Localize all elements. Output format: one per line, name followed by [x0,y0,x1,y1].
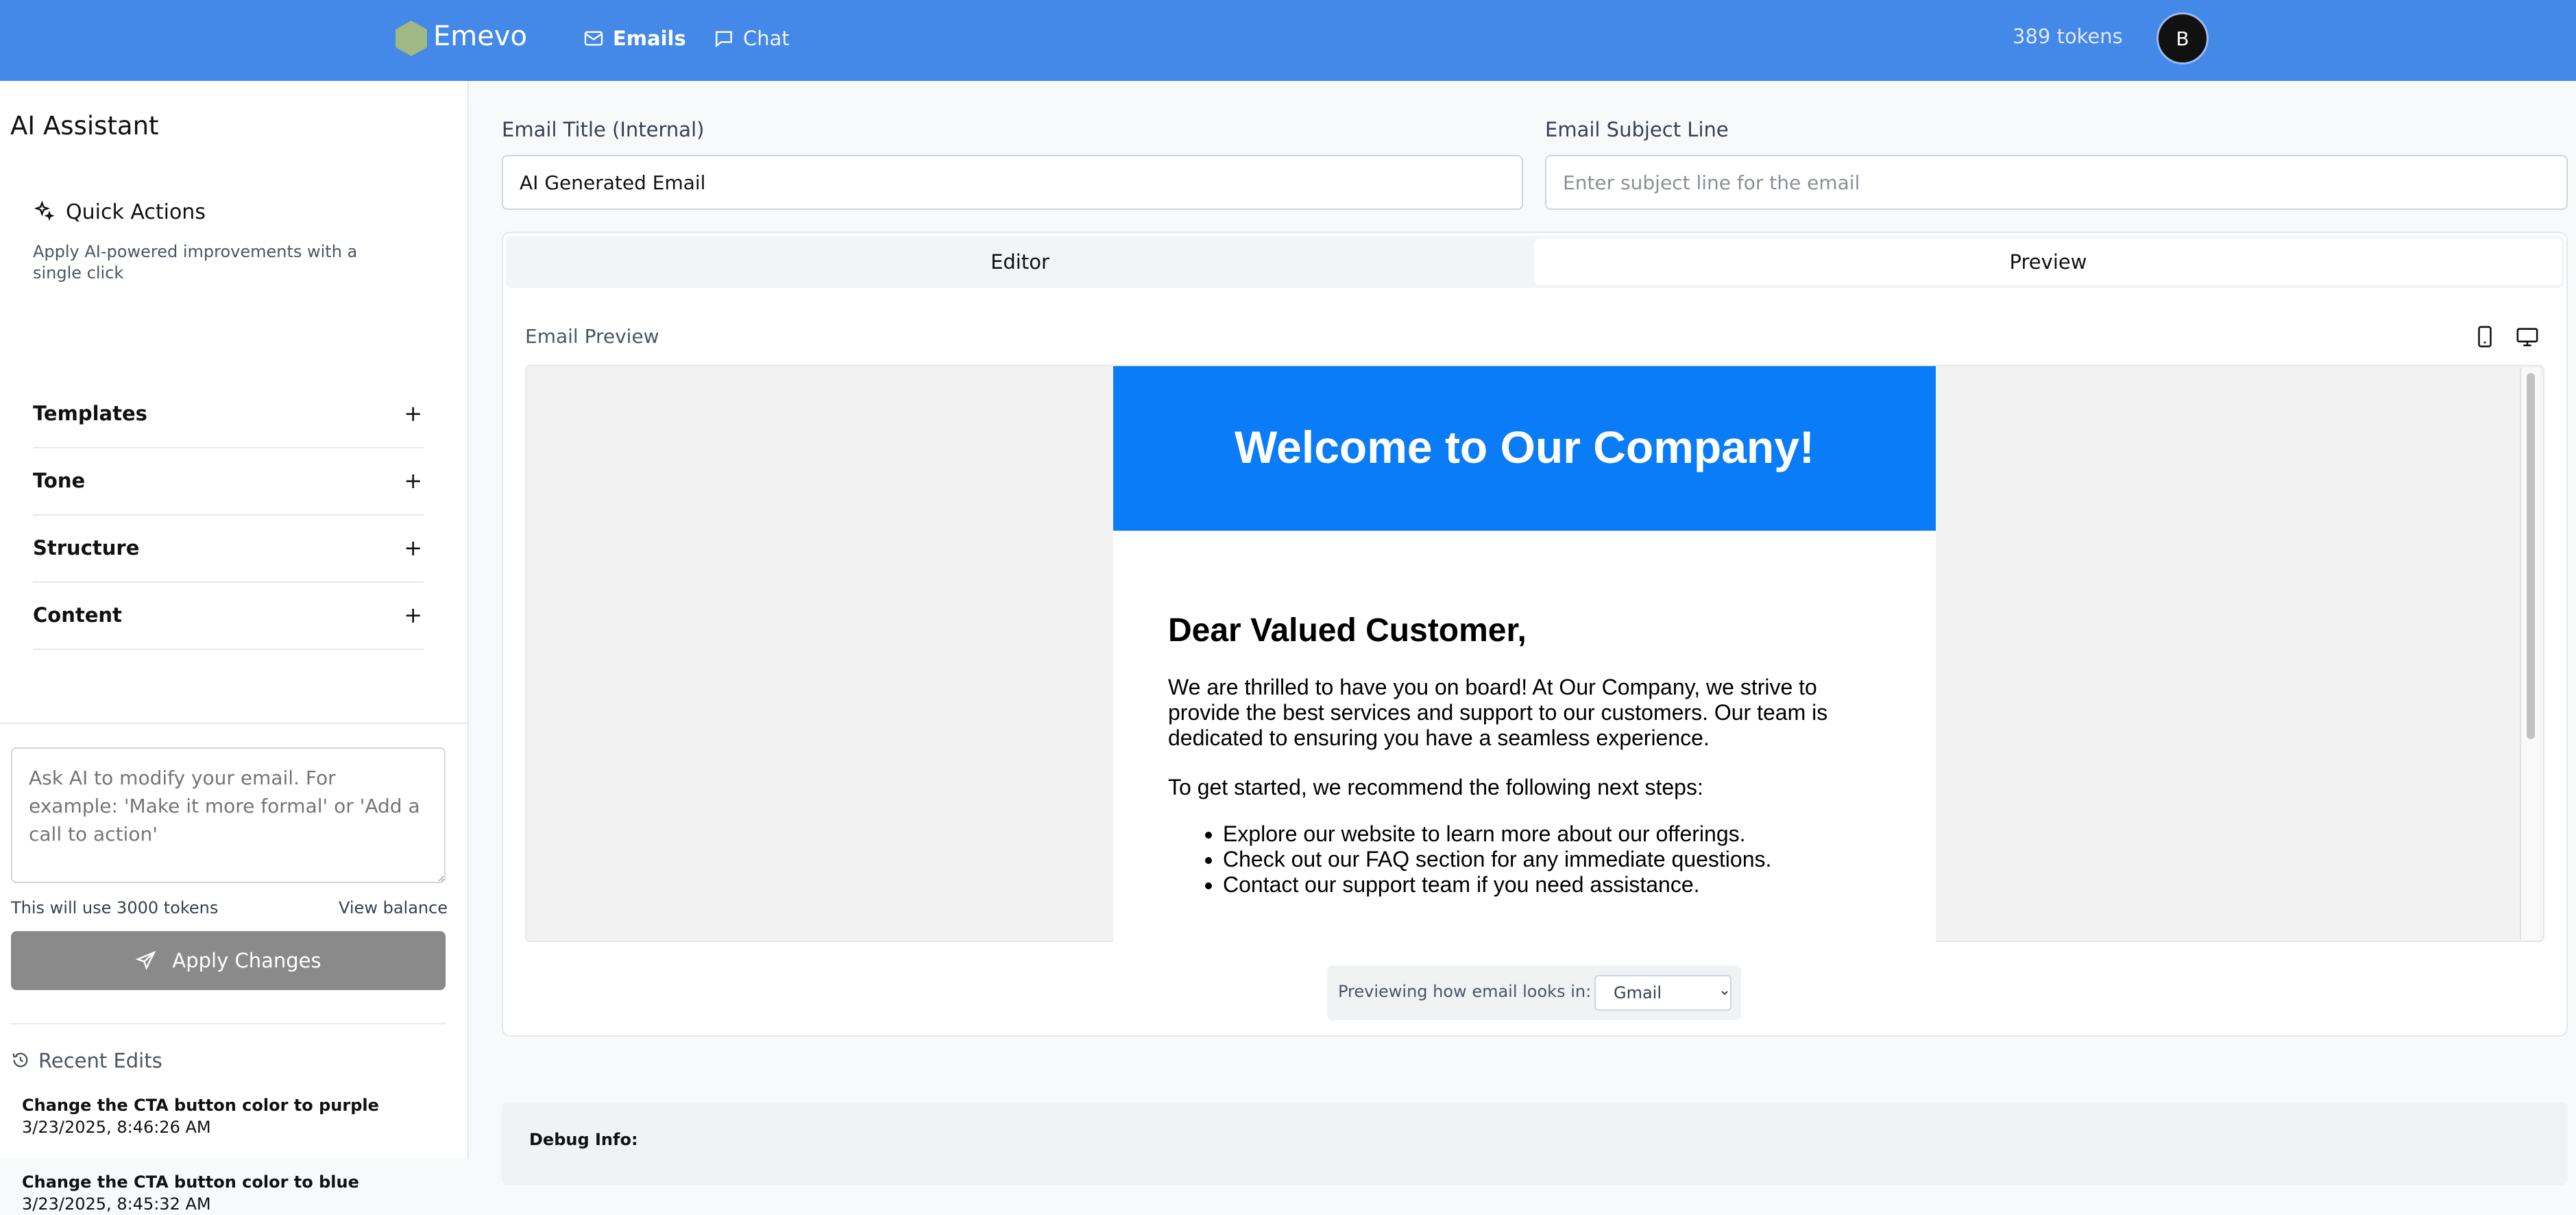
mail-icon [584,31,603,46]
app-logo-text[interactable]: Emevo [433,21,527,52]
email-client-label: Previewing how email looks in: [1338,982,1592,1001]
email-subject-input[interactable] [1545,155,2568,210]
ai-prompt-input[interactable] [11,747,446,883]
token-balance: 389 tokens [2013,25,2123,48]
ai-assistant-sidebar: AI Assistant Quick Actions Apply AI-powe… [0,81,469,1214]
accordion-content-label: Content [33,603,122,627]
accordion-content[interactable]: Content + [33,581,424,650]
recent-edits-title: Recent Edits [38,1049,162,1072]
user-avatar[interactable]: B [2156,12,2209,64]
email-paragraph: We are thrilled to have you on board! At… [1168,675,1828,750]
recent-edit-item[interactable]: Change the CTA button color to purple 3/… [22,1094,379,1138]
history-icon [12,1052,28,1068]
nav-chat-label: Chat [743,27,790,50]
email-steps-list: Explore our website to learn more about … [1168,821,1771,898]
recent-edit-title: Change the CTA button color to blue [22,1172,359,1192]
view-balance-link[interactable]: View balance [339,898,448,917]
accordion-structure-label: Structure [33,536,140,560]
email-subject-label: Email Subject Line [1545,118,1729,141]
plus-icon[interactable]: + [404,468,422,494]
quick-actions-description: Apply AI-powered improvements with a sin… [33,242,358,282]
chat-bubble-icon [716,31,732,48]
desktop-view-icon[interactable] [2516,325,2539,348]
accordion-templates-label: Templates [33,402,147,425]
nav-chat[interactable]: Chat [713,25,790,52]
email-title-label: Email Title (Internal) [502,118,705,141]
email-header-banner: Welcome to Our Company! [1113,366,1936,531]
divider [0,723,467,724]
send-icon [136,950,156,970]
mobile-view-icon[interactable] [2475,325,2495,348]
plus-icon[interactable]: + [404,602,422,628]
email-step-item: Check out our FAQ section for any immedi… [1223,847,1771,872]
debug-info-panel [502,1103,2568,1185]
tab-editor[interactable]: Editor [506,236,1534,288]
divider [11,1023,446,1024]
nav-emails-label: Emails [613,27,686,50]
email-heading: Welcome to Our Company! [1235,422,1814,472]
email-client-select[interactable]: Gmail [1594,975,1731,1011]
email-paragraph: To get started, we recommend the followi… [1168,775,1703,799]
debug-info-label: Debug Info: [529,1130,638,1149]
plus-icon[interactable]: + [404,400,422,426]
accordion-tone[interactable]: Tone + [33,447,424,516]
accordion-templates[interactable]: Templates + [33,380,424,448]
email-step-item: Contact our support team if you need ass… [1223,872,1771,898]
sidebar-title: AI Assistant [10,111,159,141]
plus-icon[interactable]: + [404,535,422,561]
nav-emails[interactable]: Emails [583,25,686,52]
quick-actions-title: Quick Actions [66,200,206,224]
apply-changes-button[interactable]: Apply Changes [11,931,446,990]
email-preview-label: Email Preview [525,325,659,348]
apply-changes-label: Apply Changes [172,949,321,972]
recent-edit-item[interactable]: Change the CTA button color to blue 3/23… [22,1171,359,1215]
logo-icon [396,21,427,56]
email-body: Welcome to Our Company! Dear Valued Cust… [1113,366,1936,942]
token-cost-note: This will use 3000 tokens [11,898,219,917]
email-greeting: Dear Valued Customer, [1168,612,1527,649]
accordion-tone-label: Tone [33,469,86,492]
recent-edit-title: Change the CTA button color to purple [22,1096,379,1115]
accordion-structure[interactable]: Structure + [33,514,424,583]
email-step-item: Explore our website to learn more about … [1223,821,1771,847]
recent-edit-timestamp: 3/23/2025, 8:45:32 AM [22,1194,211,1214]
sparkles-icon [34,200,55,221]
preview-scrollbar-thumb[interactable] [2527,373,2535,739]
recent-edit-timestamp: 3/23/2025, 8:46:26 AM [22,1118,211,1137]
tab-preview[interactable]: Preview [1534,239,2562,285]
email-title-input[interactable] [502,155,1523,210]
